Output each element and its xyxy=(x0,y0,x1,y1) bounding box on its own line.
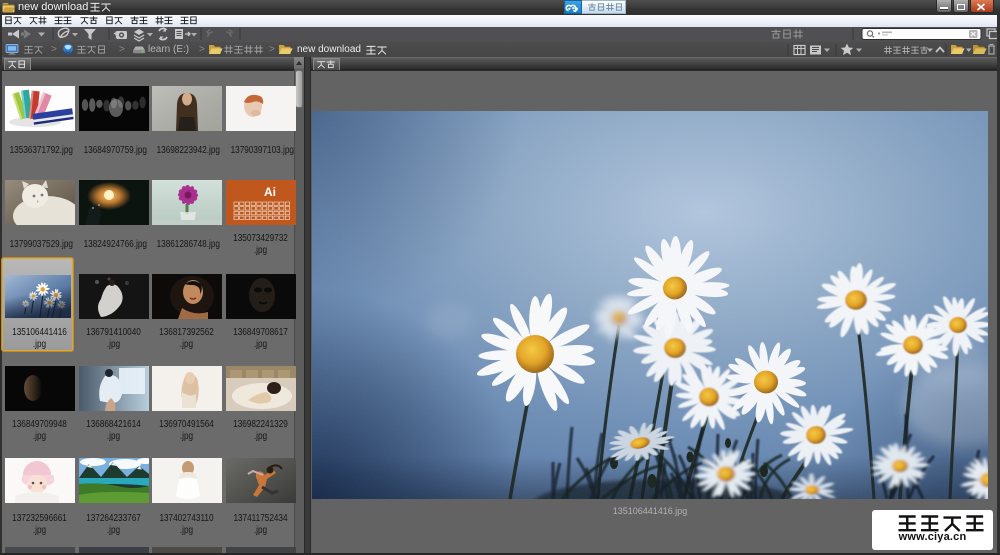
svg-text:Ai: Ai xyxy=(264,185,276,199)
